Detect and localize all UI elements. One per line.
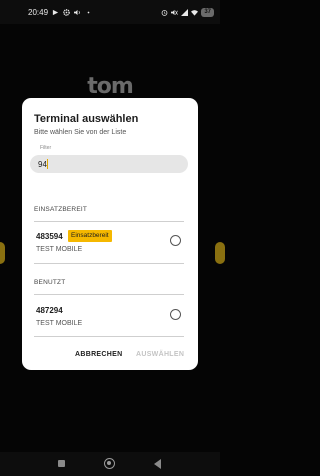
divider bbox=[34, 221, 184, 222]
text-caret bbox=[47, 159, 48, 169]
status-left: 20:49 bbox=[28, 8, 92, 17]
status-badge: Einsatzbereit bbox=[68, 230, 112, 242]
background-side-button-left bbox=[0, 242, 5, 264]
radio-button[interactable] bbox=[170, 309, 181, 320]
status-right: 37 bbox=[161, 7, 214, 17]
back-icon[interactable] bbox=[154, 459, 161, 469]
terminal-select-dialog: Terminal auswählen Bitte wählen Sie von … bbox=[22, 98, 198, 370]
alarm-icon bbox=[161, 9, 168, 16]
terminal-id: 483594 bbox=[36, 232, 63, 241]
filter-label: Filter bbox=[40, 145, 52, 151]
signal-icon bbox=[181, 8, 189, 16]
mute-icon bbox=[171, 9, 179, 15]
section-header-used: BENUTZT bbox=[34, 279, 66, 286]
section-header-ready: EINSATZBEREIT bbox=[34, 206, 88, 213]
navigation-bar bbox=[0, 452, 220, 476]
status-bar: 20:49 37 bbox=[0, 0, 220, 24]
divider bbox=[34, 294, 184, 295]
background-side-button-right bbox=[215, 242, 225, 264]
gear-icon bbox=[63, 8, 70, 16]
terminal-id: 487294 bbox=[36, 306, 63, 315]
terminal-name: TEST MOBILE bbox=[36, 320, 83, 327]
status-time: 20:49 bbox=[28, 7, 49, 17]
select-button[interactable]: AUSWÄHLEN bbox=[136, 351, 184, 358]
wifi-icon bbox=[191, 9, 199, 16]
battery-icon: 37 bbox=[201, 7, 214, 17]
home-icon[interactable] bbox=[104, 458, 115, 469]
volume-icon bbox=[74, 9, 80, 15]
cancel-button[interactable]: ABBRECHEN bbox=[75, 351, 122, 358]
dialog-subtitle: Bitte wählen Sie von der Liste bbox=[34, 129, 127, 136]
play-icon bbox=[52, 9, 59, 15]
filter-input[interactable] bbox=[30, 155, 188, 173]
divider bbox=[34, 263, 184, 264]
terminal-name: TEST MOBILE bbox=[36, 246, 83, 253]
dialog-title: Terminal auswählen bbox=[34, 113, 139, 125]
recents-icon[interactable] bbox=[58, 460, 65, 467]
radio-button[interactable] bbox=[170, 235, 181, 246]
dot-icon bbox=[87, 11, 90, 13]
app-logo: tom bbox=[87, 74, 134, 99]
divider bbox=[34, 336, 184, 337]
